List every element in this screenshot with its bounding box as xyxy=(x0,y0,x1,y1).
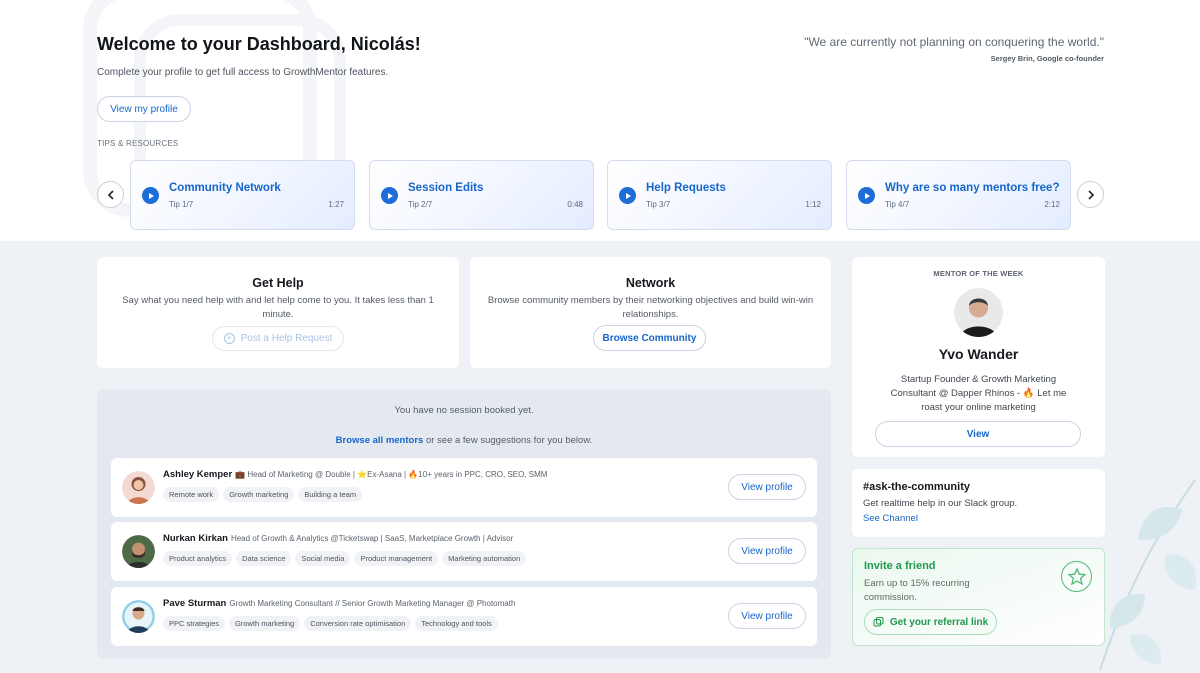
tip-title: Help Requests xyxy=(646,182,726,194)
tip-duration: 1:12 xyxy=(805,200,821,209)
avatar[interactable] xyxy=(122,600,155,633)
avatar[interactable] xyxy=(122,535,155,568)
get-help-description: Say what you need help with and let help… xyxy=(111,294,445,322)
get-referral-link-label: Get your referral link xyxy=(890,617,988,628)
play-icon xyxy=(142,187,159,204)
view-mentor-button[interactable]: View xyxy=(875,421,1081,447)
play-icon xyxy=(619,187,636,204)
invite-friend-panel: Invite a friend Earn up to 15% recurring… xyxy=(852,548,1105,646)
expertise-tag: Social media xyxy=(295,551,350,566)
tip-duration: 0:48 xyxy=(567,200,583,209)
mentor-headline-line: Nurkan KirkanHead of Growth & Analytics … xyxy=(163,533,513,544)
tip-number: Tip 2/7 xyxy=(408,200,432,209)
view-profile-button[interactable]: View profile xyxy=(728,603,806,629)
avatar[interactable] xyxy=(954,288,1003,337)
network-panel: Network Browse community members by thei… xyxy=(470,257,831,368)
invite-title: Invite a friend xyxy=(864,560,936,572)
tip-card[interactable]: Session Edits Tip 2/7 0:48 xyxy=(369,160,594,230)
mentor-suggestion-card: Pave SturmanGrowth Marketing Consultant … xyxy=(111,587,817,646)
get-referral-link-button[interactable]: Get your referral link xyxy=(864,609,997,635)
avatar[interactable] xyxy=(122,471,155,504)
browse-community-button[interactable]: Browse Community xyxy=(593,325,706,351)
play-icon xyxy=(858,187,875,204)
tips-section-label: TIPS & RESOURCES xyxy=(97,139,178,148)
plus-circle-icon: + xyxy=(224,333,235,344)
sessions-panel: You have no session booked yet. Browse a… xyxy=(97,389,831,659)
tip-number: Tip 4/7 xyxy=(885,200,909,209)
tips-prev-button[interactable] xyxy=(97,181,124,208)
page-title: Welcome to your Dashboard, Nicolás! xyxy=(97,34,421,55)
tip-card[interactable]: Why are so many mentors free? Tip 4/7 2:… xyxy=(846,160,1071,230)
chevron-right-icon xyxy=(1087,190,1095,200)
leaf-decoration xyxy=(1090,470,1200,673)
mentor-suggestion-card: Ashley Kemper💼 Head of Marketing @ Doubl… xyxy=(111,458,817,517)
expertise-tag: PPC strategies xyxy=(163,616,225,631)
post-help-request-button[interactable]: + Post a Help Request xyxy=(212,326,344,351)
mentor-tags: PPC strategies Growth marketing Conversi… xyxy=(163,616,498,631)
mentor-headline: Head of Growth & Analytics @Ticketswap |… xyxy=(231,534,513,543)
mentor-of-the-week-name: Yvo Wander xyxy=(852,346,1105,362)
tip-number: Tip 3/7 xyxy=(646,200,670,209)
tip-title: Session Edits xyxy=(408,182,483,194)
expertise-tag: Remote work xyxy=(163,487,219,502)
expertise-tag: Conversion rate optimisation xyxy=(304,616,411,631)
expertise-tag: Growth marketing xyxy=(229,616,300,631)
suggestions-text: or see a few suggestions for you below. xyxy=(423,435,592,446)
tip-title: Why are so many mentors free? xyxy=(885,182,1059,194)
no-session-text: You have no session booked yet. xyxy=(97,405,831,416)
tip-title: Community Network xyxy=(169,182,281,194)
page-subtitle: Complete your profile to get full access… xyxy=(97,67,388,78)
tip-card[interactable]: Help Requests Tip 3/7 1:12 xyxy=(607,160,832,230)
get-help-panel: Get Help Say what you need help with and… xyxy=(97,257,459,368)
view-my-profile-button[interactable]: View my profile xyxy=(97,96,191,122)
expertise-tag: Growth marketing xyxy=(223,487,294,502)
expertise-tag: Marketing automation xyxy=(442,551,526,566)
get-help-title: Get Help xyxy=(97,276,459,290)
network-description: Browse community members by their networ… xyxy=(484,294,817,322)
dashboard-header: Welcome to your Dashboard, Nicolás! Comp… xyxy=(0,0,1200,241)
quote-author: Sergey Brin, Google co-founder xyxy=(991,54,1104,63)
post-help-request-label: Post a Help Request xyxy=(241,333,333,344)
mentor-tags: Remote work Growth marketing Building a … xyxy=(163,487,362,502)
expertise-tag: Product analytics xyxy=(163,551,232,566)
mentor-headline: Growth Marketing Consultant // Senior Gr… xyxy=(229,599,515,608)
expertise-tag: Data science xyxy=(236,551,291,566)
expertise-tag: Building a team xyxy=(298,487,362,502)
star-badge-icon xyxy=(1061,561,1092,592)
mentor-name[interactable]: Pave Sturman xyxy=(163,598,226,609)
play-icon xyxy=(381,187,398,204)
tip-number: Tip 1/7 xyxy=(169,200,193,209)
tip-duration: 1:27 xyxy=(328,200,344,209)
expertise-tag: Product management xyxy=(354,551,438,566)
see-channel-link[interactable]: See Channel xyxy=(863,513,918,524)
browse-all-mentors-link[interactable]: Browse all mentors xyxy=(336,435,424,446)
invite-description: Earn up to 15% recurring commission. xyxy=(864,577,994,605)
mentor-of-the-week-description: Startup Founder & Growth Marketing Consu… xyxy=(880,373,1077,415)
mentor-suggestion-card: Nurkan KirkanHead of Growth & Analytics … xyxy=(111,522,817,581)
chevron-left-icon xyxy=(107,190,115,200)
expertise-tag: Technology and tools xyxy=(415,616,497,631)
tip-duration: 2:12 xyxy=(1044,200,1060,209)
mentor-name[interactable]: Nurkan Kirkan xyxy=(163,533,228,544)
ask-the-community-description: Get realtime help in our Slack group. xyxy=(863,498,1017,509)
mentor-headline-line: Ashley Kemper💼 Head of Marketing @ Doubl… xyxy=(163,469,547,480)
quote-text: "We are currently not planning on conque… xyxy=(804,35,1104,49)
mentor-name[interactable]: Ashley Kemper xyxy=(163,469,232,480)
mentor-headline-line: Pave SturmanGrowth Marketing Consultant … xyxy=(163,598,515,609)
ask-the-community-panel: #ask-the-community Get realtime help in … xyxy=(852,469,1105,537)
view-profile-button[interactable]: View profile xyxy=(728,474,806,500)
view-profile-button[interactable]: View profile xyxy=(728,538,806,564)
suggestions-line: Browse all mentors or see a few suggesti… xyxy=(97,435,831,446)
ask-the-community-title: #ask-the-community xyxy=(863,481,970,493)
network-title: Network xyxy=(470,276,831,290)
tip-card[interactable]: Community Network Tip 1/7 1:27 xyxy=(130,160,355,230)
mentor-of-the-week-label: MENTOR OF THE WEEK xyxy=(852,269,1105,278)
mentor-tags: Product analytics Data science Social me… xyxy=(163,551,526,566)
mentor-of-the-week-panel: MENTOR OF THE WEEK Yvo Wander Startup Fo… xyxy=(852,257,1105,457)
mentor-headline: 💼 Head of Marketing @ Double | ⭐Ex-Asana… xyxy=(235,470,547,479)
copy-link-icon xyxy=(873,617,884,627)
tips-next-button[interactable] xyxy=(1077,181,1104,208)
